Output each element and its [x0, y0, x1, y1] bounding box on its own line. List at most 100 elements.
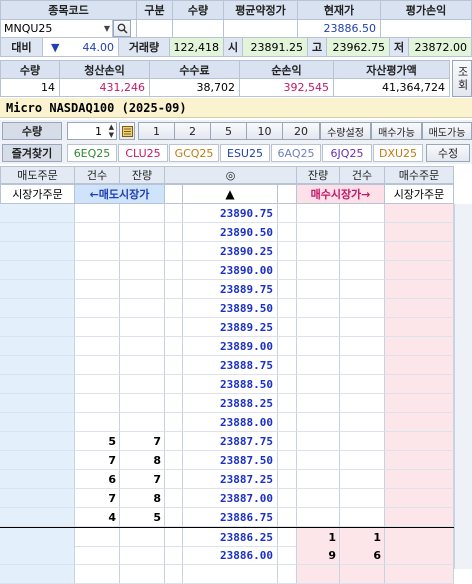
- sell-market-order-cell[interactable]: 시장가주문: [0, 184, 75, 204]
- symbol-code-select[interactable]: MNQU25 ▼: [0, 19, 113, 38]
- buy-market-button[interactable]: 매수시장가→: [296, 184, 385, 204]
- chevron-down-icon[interactable]: ▼: [104, 24, 110, 33]
- ladder-mark-left: [165, 280, 183, 299]
- price-cell[interactable]: 23890.25: [183, 242, 278, 261]
- qty-preset-20[interactable]: 20: [282, 122, 320, 140]
- price-cell[interactable]: 23889.75: [183, 280, 278, 299]
- sell-order-cell[interactable]: [0, 451, 75, 470]
- buy-order-cell[interactable]: [385, 394, 454, 413]
- sell-order-cell[interactable]: [0, 375, 75, 394]
- favorite-item[interactable]: GCQ25: [169, 144, 219, 162]
- scroll-up-icon[interactable]: ▲: [182, 184, 278, 204]
- qty-preset-10[interactable]: 10: [246, 122, 283, 140]
- sell-available-button[interactable]: 매도가능: [422, 122, 472, 140]
- ladder-row: 23889.00: [0, 337, 472, 356]
- price-cell[interactable]: 23890.75: [183, 204, 278, 223]
- favorite-item[interactable]: ESU25: [220, 144, 270, 162]
- favorite-item[interactable]: 6JQ25: [322, 144, 372, 162]
- qty-setting-button[interactable]: 수량설정: [320, 122, 371, 140]
- sell-order-cell[interactable]: [0, 546, 75, 565]
- price-cell[interactable]: 23886.25: [183, 528, 278, 547]
- query-button[interactable]: 조회: [452, 60, 472, 97]
- sell-order-cell[interactable]: [0, 528, 75, 547]
- buy-market-order-cell[interactable]: 시장가주문: [384, 184, 454, 204]
- sell-order-cell[interactable]: [0, 204, 75, 223]
- sell-order-cell[interactable]: [0, 489, 75, 508]
- bid-count-cell: [340, 432, 385, 451]
- ladder-mark-left: [165, 489, 183, 508]
- favorite-item[interactable]: CLU25: [118, 144, 168, 162]
- buy-order-cell[interactable]: [385, 432, 454, 451]
- buy-order-cell[interactable]: [385, 546, 454, 565]
- buy-order-cell[interactable]: [385, 223, 454, 242]
- sell-order-cell[interactable]: [0, 432, 75, 451]
- summary-header-qty: 수량: [0, 60, 60, 79]
- buy-order-cell[interactable]: [385, 375, 454, 394]
- sell-order-cell[interactable]: [0, 337, 75, 356]
- favorite-item[interactable]: DXU25: [373, 144, 423, 162]
- sell-order-cell[interactable]: [0, 394, 75, 413]
- sell-order-cell[interactable]: [0, 508, 75, 527]
- buy-order-cell[interactable]: [385, 356, 454, 375]
- qty-spinner-icon[interactable]: ▲ ▼: [109, 123, 114, 139]
- sell-order-cell[interactable]: [0, 280, 75, 299]
- sell-order-cell[interactable]: [0, 565, 75, 584]
- price-cell[interactable]: 23887.25: [183, 470, 278, 489]
- sell-order-cell[interactable]: [0, 356, 75, 375]
- buy-order-cell[interactable]: [385, 280, 454, 299]
- price-cell[interactable]: 23886.00: [183, 546, 278, 565]
- favorite-item[interactable]: 6EQ25: [67, 144, 117, 162]
- favorite-item[interactable]: 6AQ25: [271, 144, 321, 162]
- price-cell[interactable]: 23888.25: [183, 394, 278, 413]
- sell-order-cell[interactable]: [0, 413, 75, 432]
- buy-order-cell[interactable]: [385, 528, 454, 547]
- sell-order-cell[interactable]: [0, 470, 75, 489]
- buy-order-cell[interactable]: [385, 261, 454, 280]
- price-cell[interactable]: 23889.50: [183, 299, 278, 318]
- price-cell[interactable]: 23887.50: [183, 451, 278, 470]
- bid-count-cell: [340, 413, 385, 432]
- ask-count-cell: [75, 242, 120, 261]
- price-cell[interactable]: 23888.75: [183, 356, 278, 375]
- price-cell[interactable]: 23890.50: [183, 223, 278, 242]
- sell-order-cell[interactable]: [0, 261, 75, 280]
- qty-input[interactable]: 1 ▲ ▼: [67, 122, 117, 140]
- sell-market-button[interactable]: ←매도시장가: [74, 184, 165, 204]
- price-cell[interactable]: 23886.75: [183, 508, 278, 527]
- search-button[interactable]: [113, 20, 131, 37]
- sell-order-cell[interactable]: [0, 318, 75, 337]
- calculator-button[interactable]: [119, 122, 135, 140]
- summary-realized: 431,246: [59, 78, 150, 97]
- price-cell[interactable]: 23889.00: [183, 337, 278, 356]
- price-cell[interactable]: 23887.75: [183, 432, 278, 451]
- buy-order-cell[interactable]: [385, 413, 454, 432]
- buy-order-cell[interactable]: [385, 204, 454, 223]
- buy-order-cell[interactable]: [385, 242, 454, 261]
- buy-order-cell[interactable]: [385, 337, 454, 356]
- price-cell[interactable]: 23888.50: [183, 375, 278, 394]
- qty-preset-5[interactable]: 5: [210, 122, 247, 140]
- ladder-mark-left: [165, 546, 183, 565]
- buy-available-button[interactable]: 매수가능: [371, 122, 422, 140]
- price-cell[interactable]: 23890.00: [183, 261, 278, 280]
- buy-order-cell[interactable]: [385, 489, 454, 508]
- qty-preset-2[interactable]: 2: [174, 122, 211, 140]
- buy-order-cell[interactable]: [385, 470, 454, 489]
- buy-order-cell[interactable]: [385, 299, 454, 318]
- price-cell[interactable]: [183, 565, 278, 584]
- price-cell[interactable]: 23887.00: [183, 489, 278, 508]
- sell-order-cell[interactable]: [0, 299, 75, 318]
- center-target-icon[interactable]: ◎: [164, 166, 297, 184]
- buy-order-cell[interactable]: [385, 451, 454, 470]
- sell-order-cell[interactable]: [0, 242, 75, 261]
- favorites-edit-button[interactable]: 수정: [426, 144, 470, 162]
- ladder-mark-right: [278, 242, 297, 261]
- price-cell[interactable]: 23889.25: [183, 318, 278, 337]
- buy-order-cell[interactable]: [385, 508, 454, 527]
- qty-preset-1[interactable]: 1: [138, 122, 175, 140]
- price-cell[interactable]: 23888.00: [183, 413, 278, 432]
- ladder-scrollbar[interactable]: [454, 204, 472, 569]
- sell-order-cell[interactable]: [0, 223, 75, 242]
- buy-order-cell[interactable]: [385, 318, 454, 337]
- buy-order-cell[interactable]: [385, 565, 454, 584]
